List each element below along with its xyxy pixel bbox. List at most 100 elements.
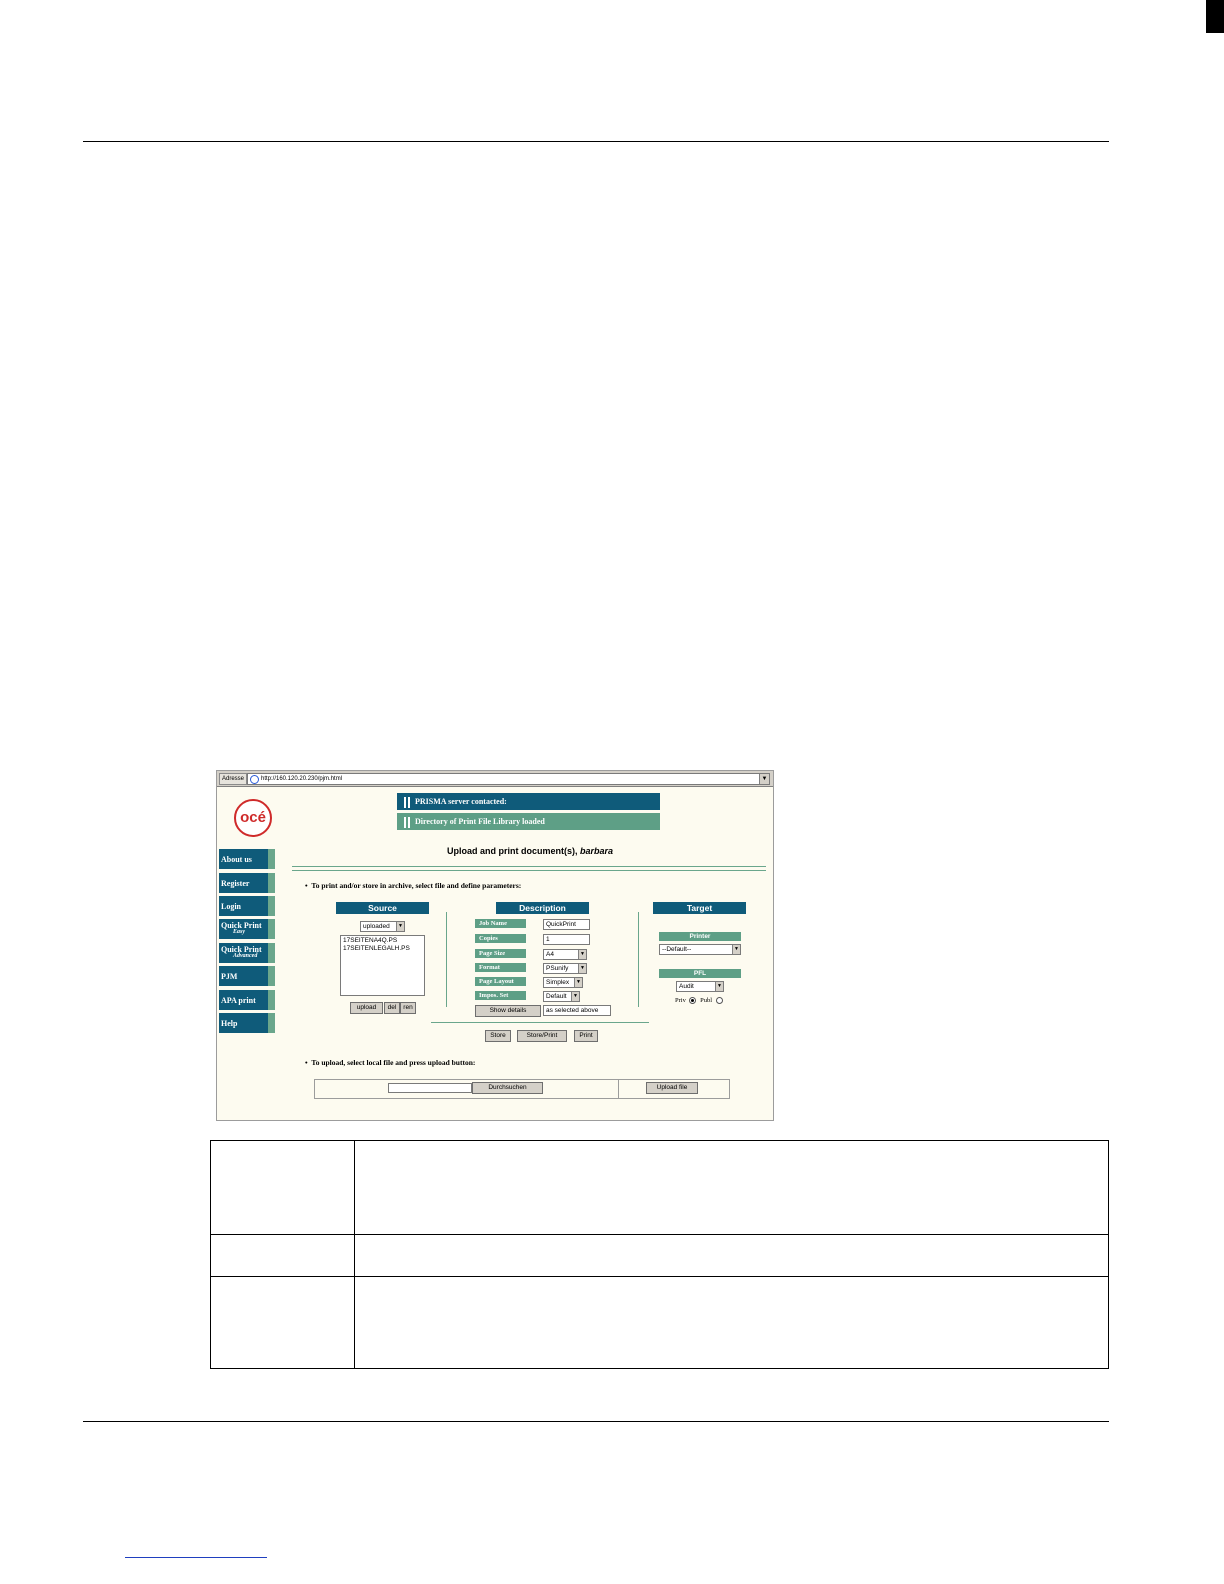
priv-radio[interactable] <box>689 997 697 1005</box>
rename-button[interactable]: ren <box>400 1002 416 1014</box>
local-file-field[interactable] <box>388 1083 472 1093</box>
visibility-radio-group: Priv Publ <box>675 997 725 1005</box>
nav-sublabel: Advanced <box>233 953 258 959</box>
url-field[interactable]: http://160.120.20.230/pjm.html ▼ <box>247 773 770 785</box>
nav-label: APA print <box>221 996 256 1005</box>
priv-label: Priv <box>675 997 686 1004</box>
column-divider <box>638 912 639 1007</box>
browse-button[interactable]: Durchsuchen <box>472 1082 543 1094</box>
page-title-user: barbara <box>580 846 614 856</box>
printer-label: Printer <box>659 932 741 941</box>
instruction-print-text: To print and/or store in archive, select… <box>311 881 522 890</box>
table-row <box>211 1141 1108 1235</box>
chevron-down-icon: ▼ <box>578 950 586 959</box>
page-size-label: Page Size <box>475 949 526 958</box>
browser-page-icon <box>250 775 259 784</box>
upload-file-button[interactable]: Upload file <box>646 1082 698 1094</box>
store-print-button[interactable]: Store/Print <box>517 1030 567 1042</box>
description-header: Description <box>496 902 589 914</box>
printer-value: --Default-- <box>662 946 692 953</box>
upload-panel: Durchsuchen Upload file <box>314 1079 730 1099</box>
instruction-upload: • To upload, select local file and press… <box>305 1058 476 1067</box>
page-layout-label: Page Layout <box>475 977 526 986</box>
source-select[interactable]: uploaded ▼ <box>360 921 405 932</box>
file-list[interactable]: 17SEITENA4Q.PS 17SEITENLEGALH.PS <box>340 935 425 996</box>
list-item[interactable]: 17SEITENA4Q.PS <box>343 937 422 945</box>
job-name-field[interactable]: QuickPrint <box>543 919 590 930</box>
chevron-down-icon[interactable]: ▼ <box>759 774 769 784</box>
status-server-contacted: PRISMA server contacted: <box>397 793 660 810</box>
instruction-upload-text: To upload, select local file and press u… <box>311 1058 476 1067</box>
list-item[interactable]: 17SEITENLEGALH.PS <box>343 945 422 953</box>
pfl-label: PFL <box>659 969 741 978</box>
upload-button[interactable]: upload <box>350 1002 383 1014</box>
pfl-value: Audit <box>679 983 694 990</box>
nav-quick-print-easy[interactable]: Quick Print Easy <box>219 919 275 939</box>
title-divider <box>292 866 766 871</box>
status-directory-loaded: Directory of Print File Library loaded <box>397 813 660 830</box>
table-row <box>211 1277 1108 1368</box>
show-details-button[interactable]: Show details <box>475 1005 541 1017</box>
publ-label: Publ <box>700 997 713 1004</box>
page-layout-select[interactable]: Simplex ▼ <box>543 977 583 988</box>
source-select-value: uploaded <box>363 923 390 930</box>
page-layout-value: Simplex <box>546 979 570 986</box>
status-bars-icon <box>404 816 410 828</box>
status-text: Directory of Print File Library loaded <box>415 817 545 826</box>
column-divider <box>446 912 447 1007</box>
page-title: Upload and print document(s), barbara <box>447 846 613 856</box>
header-rule <box>83 141 1109 142</box>
nav-quick-print-advanced[interactable]: Quick Print Advanced <box>219 943 275 963</box>
chevron-down-icon: ▼ <box>574 978 582 987</box>
copies-field[interactable]: 1 <box>543 934 590 945</box>
nav-sublabel: Easy <box>233 929 245 935</box>
instruction-print: • To print and/or store in archive, sele… <box>305 881 522 890</box>
table-row <box>211 1235 1108 1277</box>
footer-link-underline[interactable] <box>125 1557 267 1558</box>
description-divider <box>431 1022 649 1023</box>
nav-apa-print[interactable]: APA print <box>219 990 275 1010</box>
nav-pjm[interactable]: PJM <box>219 966 275 986</box>
address-bar: Adresse http://160.120.20.230/pjm.html ▼ <box>217 771 773 787</box>
page-corner-mark <box>1206 0 1224 33</box>
page-size-value: A4 <box>546 951 554 958</box>
nav-help[interactable]: Help <box>219 1013 275 1033</box>
nav-label: PJM <box>221 972 238 981</box>
chevron-down-icon: ▼ <box>578 964 586 973</box>
nav-register[interactable]: Register <box>219 873 275 893</box>
chevron-down-icon: ▼ <box>396 922 404 931</box>
chevron-down-icon: ▼ <box>715 982 723 991</box>
nav-label: Register <box>221 879 250 888</box>
page-size-select[interactable]: A4 ▼ <box>543 949 587 960</box>
status-bars-icon <box>404 796 410 808</box>
source-header: Source <box>336 902 429 914</box>
nav-label: About us <box>221 855 252 864</box>
address-label: Adresse <box>219 773 247 785</box>
page-title-text: Upload and print document(s), <box>447 846 578 856</box>
job-name-label: Job Name <box>475 919 526 928</box>
nav-label: Help <box>221 1019 238 1028</box>
printer-select[interactable]: --Default-- ▼ <box>659 944 741 955</box>
details-field[interactable]: as selected above <box>543 1005 611 1016</box>
copies-label: Copies <box>475 934 526 943</box>
status-text: PRISMA server contacted: <box>415 797 507 806</box>
impos-set-label: Impos. Set <box>475 991 526 1000</box>
browser-screenshot: Adresse http://160.120.20.230/pjm.html ▼… <box>216 770 774 1121</box>
oce-logo: océ <box>234 799 272 837</box>
chevron-down-icon: ▼ <box>732 945 740 954</box>
description-table <box>210 1140 1109 1369</box>
format-value: PSunify <box>546 965 569 972</box>
format-select[interactable]: PSunify ▼ <box>543 963 587 974</box>
impos-set-select[interactable]: Default ▼ <box>543 991 580 1002</box>
print-button[interactable]: Print <box>574 1030 598 1042</box>
store-button[interactable]: Store <box>485 1030 511 1042</box>
nav-about-us[interactable]: About us <box>219 849 275 869</box>
chevron-down-icon: ▼ <box>571 992 579 1001</box>
impos-set-value: Default <box>546 993 567 1000</box>
footer-rule <box>83 1421 1109 1422</box>
pfl-select[interactable]: Audit ▼ <box>676 981 724 992</box>
target-header: Target <box>653 902 746 914</box>
delete-button[interactable]: del <box>384 1002 400 1014</box>
nav-login[interactable]: Login <box>219 896 275 916</box>
publ-radio[interactable] <box>715 997 723 1005</box>
